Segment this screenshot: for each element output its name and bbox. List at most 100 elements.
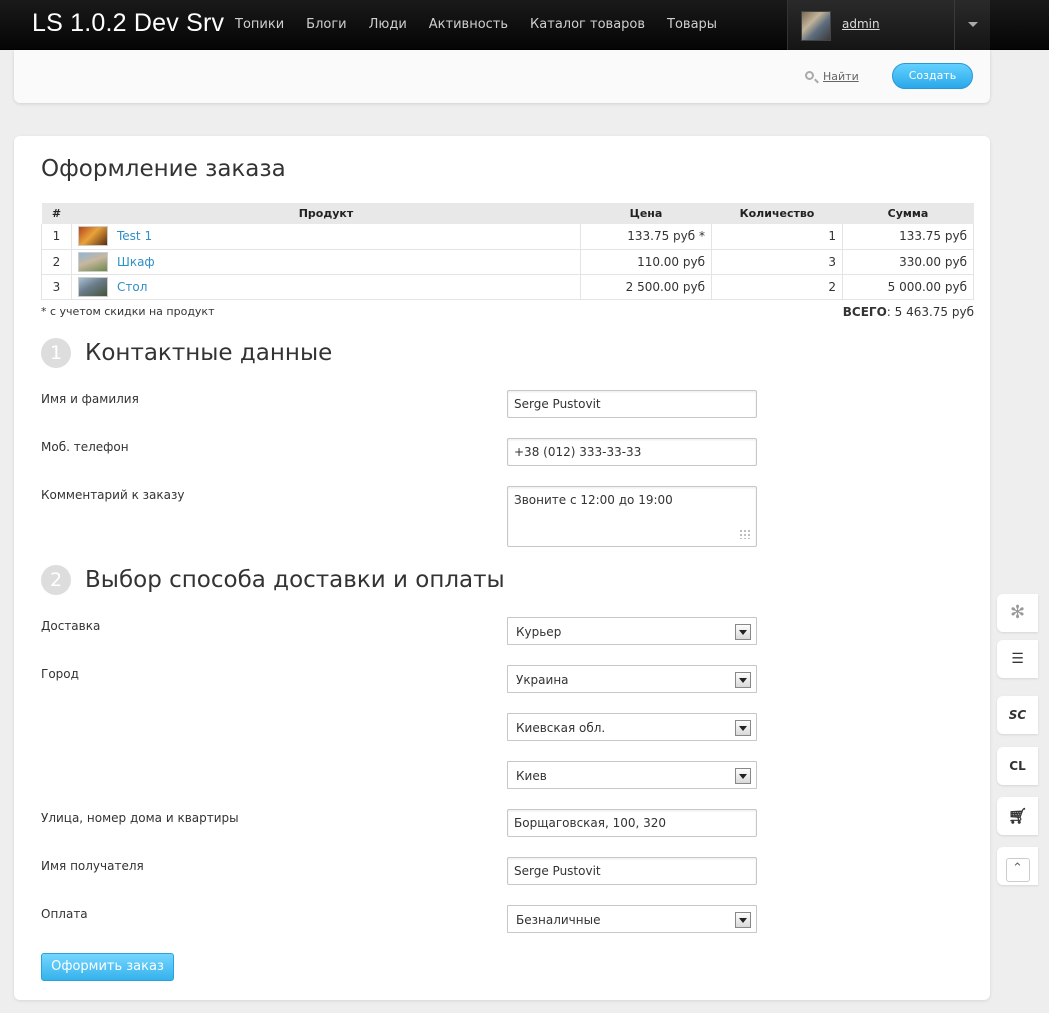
row-price: 110.00 руб — [580, 249, 712, 275]
table-row: 1 Test 1 133.75 руб * 1 133.75 руб — [41, 224, 974, 250]
submit-order-button[interactable]: Оформить заказ — [41, 953, 174, 981]
comment-field[interactable]: Звоните с 12:00 до 19:00 — [507, 486, 757, 547]
name-field[interactable] — [507, 390, 757, 418]
row-price: 133.75 руб * — [580, 224, 712, 250]
phone-field[interactable] — [507, 438, 757, 466]
delivery-select[interactable]: Курьер — [507, 617, 757, 645]
name-label: Имя и фамилия — [41, 392, 139, 406]
product-thumbnail[interactable] — [78, 251, 108, 272]
chevron-down-icon[interactable] — [954, 0, 991, 50]
row-num: 3 — [41, 274, 72, 300]
row-product: Шкаф — [71, 249, 581, 275]
cl-tool[interactable]: CL — [997, 747, 1038, 785]
row-qty: 1 — [711, 224, 843, 250]
chevron-down-icon[interactable] — [735, 720, 751, 736]
row-product: Стол — [71, 274, 581, 300]
row-num: 1 — [41, 224, 72, 250]
chevron-down-icon[interactable] — [735, 768, 751, 784]
nav-item-people[interactable]: Люди — [358, 0, 418, 50]
sc-tool[interactable]: SC — [997, 696, 1038, 734]
region-select[interactable]: Киевская обл. — [507, 713, 757, 741]
top-navbar: LS 1.0.2 Dev Srv Топики Блоги Люди Актив… — [0, 0, 1049, 50]
street-label: Улица, номер дома и квартиры — [41, 811, 239, 825]
section-title: Выбор способа доставки и оплаты — [85, 567, 505, 593]
gear-icon: ✻ — [1009, 602, 1026, 623]
recipient-label: Имя получателя — [41, 859, 144, 873]
cart-tool[interactable]: 🛒︎ — [997, 797, 1038, 835]
row-num: 2 — [41, 249, 72, 275]
street-field[interactable] — [507, 809, 757, 837]
resize-grip[interactable] — [739, 529, 751, 539]
product-link[interactable]: Стол — [117, 280, 147, 294]
payment-select[interactable]: Безналичные — [507, 905, 757, 933]
col-header-qty: Количество — [711, 203, 843, 224]
table-row: 3 Стол 2 500.00 руб 2 5 000.00 руб — [41, 274, 974, 300]
row-sum: 330.00 руб — [842, 249, 974, 275]
step-badge: 1 — [41, 338, 71, 368]
city-label: Город — [41, 667, 79, 681]
payment-select-value: Безналичные — [516, 913, 601, 927]
checkout-panel: Оформление заказа # Продукт Цена Количес… — [14, 136, 990, 1000]
city-select-value: Киев — [516, 769, 547, 783]
country-select-value: Украина — [516, 673, 569, 687]
payment-label: Оплата — [41, 907, 88, 921]
section-contact-heading: 1 Контактные данные — [41, 338, 332, 368]
phone-label: Моб. телефон — [41, 440, 129, 454]
row-qty: 2 — [711, 274, 843, 300]
step-badge: 2 — [41, 565, 71, 595]
document-icon: ☰ — [1011, 651, 1024, 667]
recipient-field[interactable] — [507, 857, 757, 885]
comment-label: Комментарий к заказу — [41, 488, 185, 502]
product-link[interactable]: Test 1 — [117, 229, 152, 243]
avatar[interactable] — [801, 11, 831, 41]
row-sum: 133.75 руб — [842, 224, 974, 250]
col-header-num: # — [41, 203, 72, 224]
sc-label: SC — [1008, 708, 1027, 722]
section-title: Контактные данные — [85, 340, 333, 366]
search-icon — [805, 71, 814, 80]
total-label: ВСЕГО — [842, 305, 887, 319]
row-product: Test 1 — [71, 224, 581, 250]
page-title: Оформление заказа — [41, 156, 286, 182]
nav-item-activity[interactable]: Активность — [418, 0, 519, 50]
nav-item-products[interactable]: Товары — [656, 0, 728, 50]
sub-toolbar: Найти Создать — [14, 50, 990, 103]
settings-tool[interactable]: ✻ — [997, 594, 1038, 632]
search-link-label: Найти — [823, 70, 859, 83]
order-total: ВСЕГО: 5 463.75 руб — [843, 305, 974, 319]
discount-note: * с учетом скидки на продукт — [41, 305, 215, 318]
col-header-price: Цена — [580, 203, 712, 224]
total-value: : 5 463.75 руб — [886, 305, 974, 319]
country-select[interactable]: Украина — [507, 665, 757, 693]
table-row: 2 Шкаф 110.00 руб 3 330.00 руб — [41, 249, 974, 275]
col-header-sum: Сумма — [842, 203, 974, 224]
product-link[interactable]: Шкаф — [117, 255, 155, 269]
create-button[interactable]: Создать — [892, 63, 973, 89]
row-price: 2 500.00 руб — [580, 274, 712, 300]
section-delivery-heading: 2 Выбор способа доставки и оплаты — [41, 565, 505, 595]
row-sum: 5 000.00 руб — [842, 274, 974, 300]
chevron-down-icon[interactable] — [735, 624, 751, 640]
nav-item-catalog[interactable]: Каталог товаров — [519, 0, 656, 50]
chevron-up-icon: ⌃ — [1005, 858, 1030, 882]
nav-item-topics[interactable]: Топики — [224, 0, 295, 50]
search-link[interactable]: Найти — [805, 70, 859, 83]
delivery-select-value: Курьер — [516, 625, 562, 639]
user-menu: admin — [787, 0, 990, 50]
chevron-down-icon[interactable] — [735, 912, 751, 928]
product-thumbnail[interactable] — [78, 226, 108, 247]
chevron-down-icon[interactable] — [735, 672, 751, 688]
nav-item-blogs[interactable]: Блоги — [295, 0, 357, 50]
col-header-product: Продукт — [71, 203, 581, 224]
site-brand[interactable]: LS 1.0.2 Dev Srv — [32, 9, 224, 38]
city-select[interactable]: Киев — [507, 761, 757, 789]
order-table: # Продукт Цена Количество Сумма 1 Test 1… — [41, 203, 974, 300]
cart-icon: 🛒︎ — [1007, 807, 1028, 825]
main-nav: Топики Блоги Люди Активность Каталог тов… — [224, 0, 728, 50]
document-tool[interactable]: ☰ — [997, 640, 1038, 678]
product-thumbnail[interactable] — [78, 276, 108, 297]
delivery-label: Доставка — [41, 619, 101, 633]
username-link[interactable]: admin — [842, 17, 880, 31]
cl-label: CL — [1009, 759, 1026, 773]
scroll-top-tool[interactable]: ⌃ — [997, 847, 1038, 885]
